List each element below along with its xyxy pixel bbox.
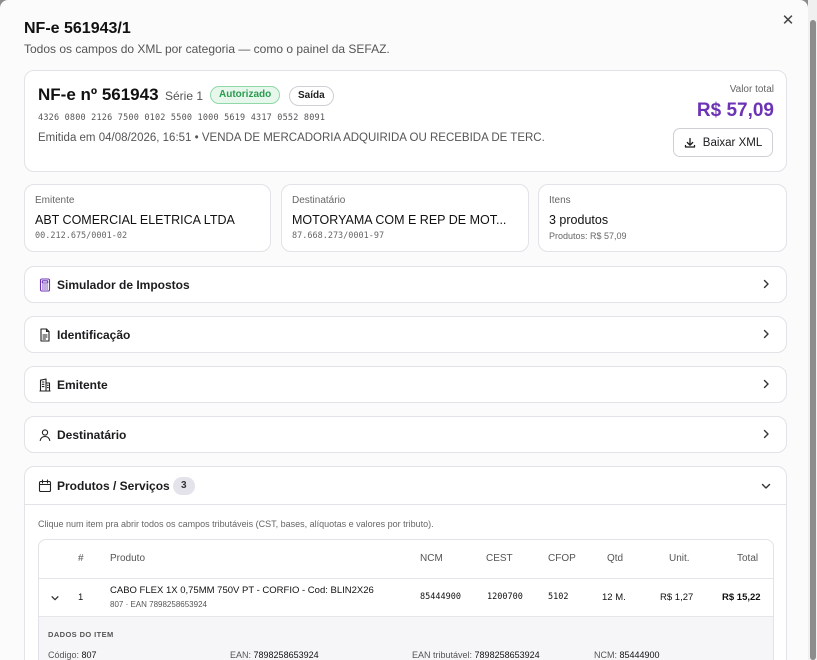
building-icon [39, 378, 51, 392]
document-icon [40, 328, 50, 342]
produtos-table: # Produto NCM CEST CFOP Qtd Unit. Total … [38, 539, 774, 660]
item-ean: EAN: 7898258653924 [230, 650, 319, 660]
close-icon[interactable]: ✕ [780, 13, 796, 29]
total-value-label: Valor total [729, 84, 774, 95]
chevron-right-icon [763, 279, 769, 289]
item-detail-panel: DADOS DO ITEM Código: 807 EAN: 789825865… [39, 617, 773, 660]
column-header: Unit. [669, 553, 690, 564]
scrollbar-thumb[interactable] [810, 20, 816, 660]
destinatario-name: MOTORYAMA COM E REP DE MOT... [292, 213, 507, 227]
section-title: Destinatário [57, 428, 127, 442]
item-codigo: Código: 807 [48, 650, 97, 660]
column-header: Total [737, 553, 759, 564]
column-header: Qtd [607, 553, 624, 564]
user-icon [39, 429, 51, 442]
table-row[interactable]: 1 CABO FLEX 1X 0,75MM 750V PT - CORFIO -… [39, 578, 773, 617]
section-produtos: Produtos / Serviços 3 Clique num item pr… [24, 466, 787, 660]
product-cfop: 5102 [548, 592, 569, 602]
product-ncm: 85444900 [420, 592, 461, 602]
product-code: 807 · EAN 7898258653924 [110, 600, 207, 609]
column-header: NCM [420, 553, 443, 564]
item-ncm-value: 85444900 [619, 650, 660, 660]
download-xml-button[interactable]: Baixar XML [673, 128, 773, 157]
item-ncm-label: NCM: [594, 650, 617, 660]
item-ean-label: EAN: [230, 650, 252, 660]
nfe-serie: Série 1 [165, 89, 204, 103]
product-name: CABO FLEX 1X 0,75MM 750V PT - CORFIO - C… [110, 585, 374, 596]
total-value: R$ 57,09 [696, 100, 774, 121]
issue-info: Emitida em 04/08/2026, 16:51 • VENDA DE … [38, 132, 545, 144]
section-title: Simulador de Impostos [57, 278, 190, 292]
chevron-right-icon [763, 429, 769, 439]
modal-title: NF-e 561943/1 [24, 20, 131, 37]
emitente-doc: 00.212.675/0001-02 [35, 231, 128, 241]
modal-subtitle: Todos os campos do XML por categoria — c… [24, 42, 390, 56]
item-ean-trib-value: 7898258653924 [474, 650, 540, 660]
emitente-card: Emitente ABT COMERCIAL ELETRICA LTDA 00.… [24, 184, 271, 252]
download-xml-label: Baixar XML [702, 136, 763, 149]
product-cest: 1200700 [487, 592, 523, 602]
section-identificacao[interactable]: Identificação [24, 316, 787, 353]
item-detail-title: DADOS DO ITEM [48, 630, 114, 639]
calculator-icon [39, 278, 51, 292]
product-qty: 12 M. [602, 592, 626, 603]
destinatario-card: Destinatário MOTORYAMA COM E REP DE MOT.… [281, 184, 529, 252]
section-title: Produtos / Serviços [57, 479, 170, 493]
column-header: CEST [486, 553, 513, 564]
item-codigo-label: Código: [48, 650, 80, 660]
itens-label: Itens [549, 195, 571, 206]
chevron-down-icon[interactable] [50, 593, 60, 603]
nfe-summary-card: NF-e nº 561943 Série 1 Autorizado Saída … [24, 70, 787, 172]
calendar-icon [38, 479, 52, 493]
access-key: 4326 0800 2126 7500 0102 5500 1000 5619 … [38, 113, 326, 123]
download-icon [684, 137, 695, 148]
produtos-header[interactable]: Produtos / Serviços 3 [25, 467, 786, 505]
type-badge: Saída [289, 86, 334, 106]
product-total: R$ 15,22 [722, 592, 761, 603]
chevron-right-icon [763, 379, 769, 389]
nfe-modal: NF-e 561943/1 Todos os campos do XML por… [0, 0, 808, 660]
product-unit-price: R$ 1,27 [660, 592, 694, 603]
item-codigo-value: 807 [81, 650, 97, 660]
itens-count: 3 produtos [549, 213, 609, 227]
emitente-label: Emitente [35, 195, 75, 206]
section-title: Identificação [57, 328, 131, 342]
item-ean-tributavel: EAN tributável: 7898258653924 [412, 650, 540, 660]
section-title: Emitente [57, 378, 108, 392]
produtos-hint: Clique num item pra abrir todos os campo… [38, 519, 434, 529]
item-ncm: NCM: 85444900 [594, 650, 660, 660]
section-destinatario[interactable]: Destinatário [24, 416, 787, 453]
column-header: Produto [110, 553, 146, 564]
status-badge: Autorizado [210, 86, 281, 104]
item-ean-trib-label: EAN tributável: [412, 650, 473, 660]
produtos-count-badge: 3 [173, 477, 195, 495]
item-ean-value: 7898258653924 [253, 650, 319, 660]
row-number: 1 [78, 592, 84, 603]
chevron-right-icon [763, 329, 769, 339]
section-emitente[interactable]: Emitente [24, 366, 787, 403]
destinatario-doc: 87.668.273/0001-97 [292, 231, 385, 241]
nfe-number: NF-e nº 561943 [38, 85, 159, 104]
destinatario-label: Destinatário [292, 195, 346, 206]
section-simulador-impostos[interactable]: Simulador de Impostos [24, 266, 787, 303]
itens-sub: Produtos: R$ 57,09 [549, 231, 627, 241]
emitente-name: ABT COMERCIAL ELETRICA LTDA [35, 213, 235, 227]
column-header: # [78, 553, 84, 564]
chevron-down-icon [761, 483, 771, 489]
itens-card: Itens 3 produtos Produtos: R$ 57,09 [538, 184, 787, 252]
column-header: CFOP [548, 553, 576, 564]
